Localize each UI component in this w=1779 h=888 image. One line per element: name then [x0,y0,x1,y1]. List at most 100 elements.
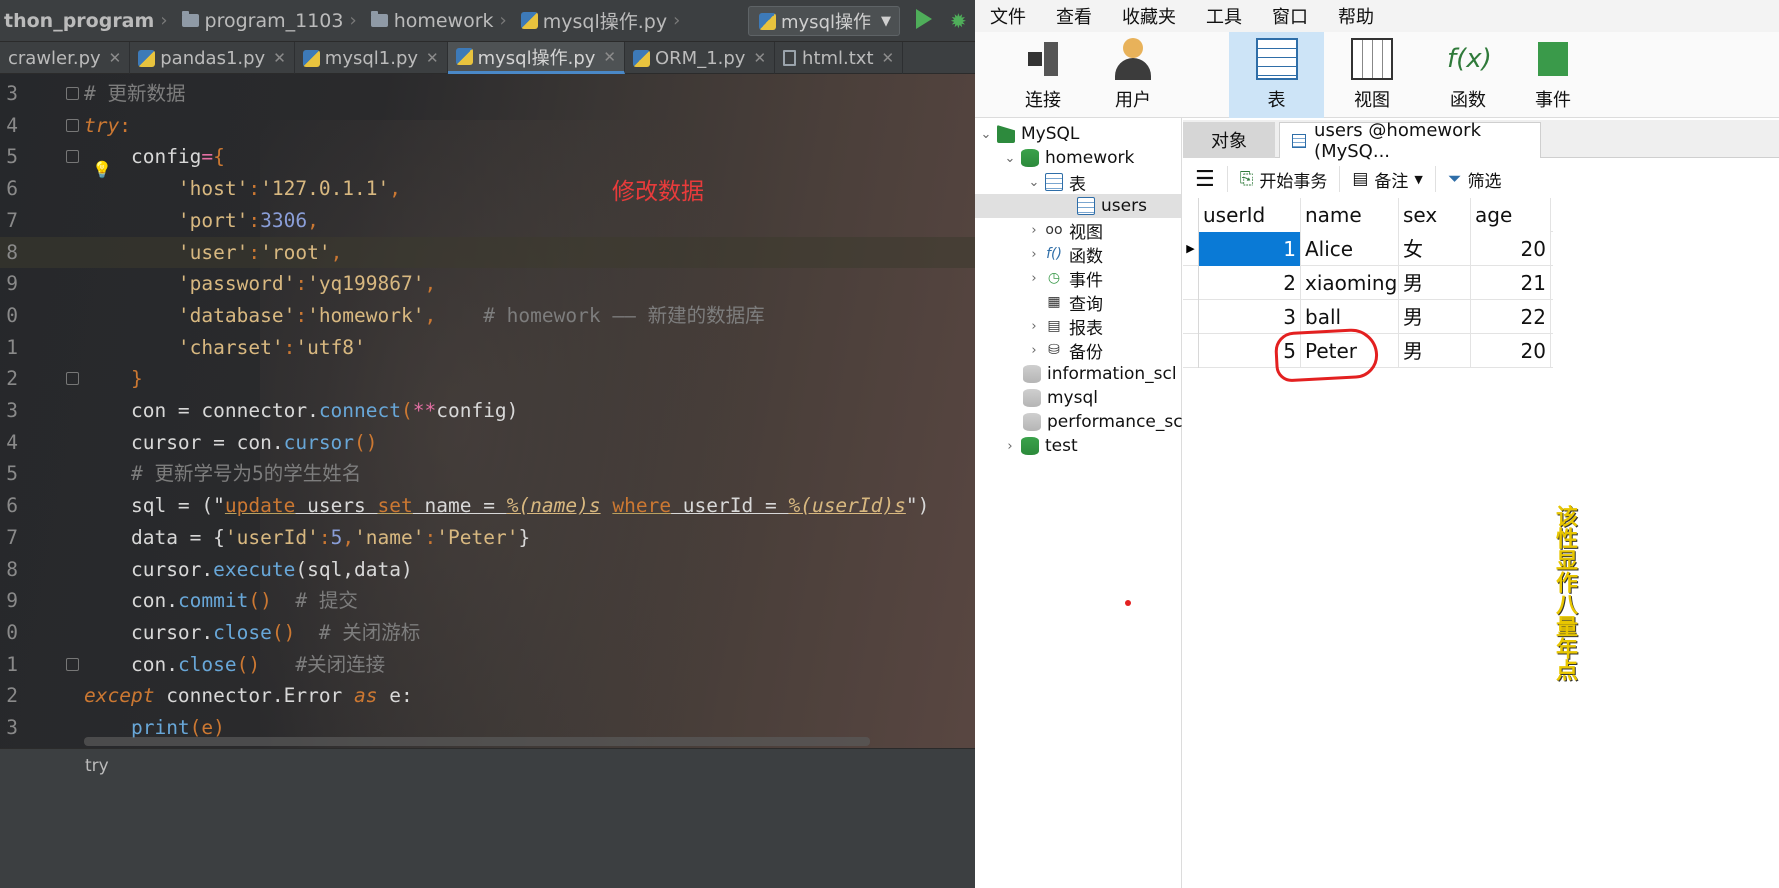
grid-cell[interactable]: 女 [1399,232,1471,266]
close-icon[interactable]: ✕ [882,49,895,67]
grid-cell[interactable]: 21 [1471,266,1551,300]
table-icon [1077,197,1095,215]
chevron-right-icon[interactable]: › [1025,247,1043,262]
chevron-right-icon[interactable]: › [1001,439,1019,454]
tab-pandas1[interactable]: pandas1.py ✕ [130,42,295,74]
grid-cell[interactable]: 22 [1471,300,1551,334]
connect-button[interactable]: 连接 [997,32,1089,118]
report-icon: ▤ [1047,318,1061,334]
tree-node-mysql[interactable]: ⌄ MySQL [977,122,1080,146]
breadcrumb-file[interactable]: mysql操作.py › [517,7,691,34]
user-button[interactable]: 用户 [1095,32,1171,118]
breadcrumb-program-folder[interactable]: program_1103 › [178,10,367,32]
close-icon[interactable]: ✕ [753,49,766,67]
run-configuration-select[interactable]: mysql操作 ▼ [748,6,900,36]
tree-node-tables[interactable]: ⌄ 表 [1025,170,1086,195]
menu-help[interactable]: 帮助 [1323,3,1389,29]
close-icon[interactable]: ✕ [603,48,616,66]
menu-view[interactable]: 查看 [1041,3,1107,29]
note-icon: ▤ [1352,169,1369,189]
filter-button[interactable]: ⏷ 筛选 [1436,166,1514,192]
chevron-down-icon[interactable]: ⌄ [977,127,995,142]
grid-cell[interactable]: 3 [1199,300,1301,334]
menu-icon[interactable]: ☰ [1183,166,1228,192]
table-toolbar: ☰ ⎘ 开始事务 ▤ 备注 ▼ ⏷ 筛选 [1183,160,1779,198]
column-header[interactable]: age [1471,198,1551,232]
tree-node-performance-schema[interactable]: performance_sc [1021,410,1183,434]
tree-node-mysql-db[interactable]: mysql [1021,386,1098,410]
menu-favorites[interactable]: 收藏夹 [1107,3,1191,29]
status-breadcrumb-text[interactable]: try [85,756,109,776]
close-icon[interactable]: ✕ [273,49,286,67]
tab-mysql1[interactable]: mysql1.py ✕ [295,42,448,74]
tree-node-information-schema[interactable]: information_scl [1021,362,1177,386]
tree-node-backups[interactable]: › ⛁ 备份 [1025,338,1103,363]
side-caption-strip: 该性显作八量年点 [1548,505,1579,755]
tab-crawler[interactable]: crawler.py ✕ [0,42,131,74]
table-row[interactable]: 2 xiaoming 男 21 [1183,266,1553,300]
fold-icon[interactable] [66,87,79,100]
menu-file[interactable]: 文件 [975,3,1041,29]
grid-cell[interactable]: Alice [1301,232,1399,266]
column-header[interactable]: name [1301,198,1399,232]
note-button[interactable]: ▤ 备注 ▼ [1340,166,1436,192]
tree-node-reports[interactable]: › ▤ 报表 [1025,314,1103,339]
begin-transaction-button[interactable]: ⎘ 开始事务 [1228,166,1341,192]
breadcrumb-project[interactable]: thon_program › [0,10,178,32]
breadcrumb-homework-folder[interactable]: homework › [367,10,517,32]
run-icon[interactable] [916,9,932,29]
tree-node-users[interactable]: users [975,194,1181,218]
chevron-right-icon[interactable]: › [1025,319,1043,334]
grid-cell[interactable]: 1 [1199,232,1301,266]
column-header[interactable]: userId [1199,198,1301,232]
chevron-down-icon: ▼ [1414,172,1423,186]
tab-users-table[interactable]: users @homework (MySQ... [1279,120,1541,162]
chevron-right-icon[interactable]: › [1025,271,1043,286]
grid-cell[interactable]: 2 [1199,266,1301,300]
code-editor[interactable]: 3 # 更新数据 4 try: 5 config={ 6 'host':'127.0… [0,78,975,746]
grid-cell[interactable]: 男 [1399,300,1471,334]
column-header[interactable]: sex [1399,198,1471,232]
close-icon[interactable]: ✕ [109,49,122,67]
tab-orm[interactable]: ORM_1.py ✕ [625,42,776,74]
debug-icon[interactable]: ✹ [950,9,967,33]
horizontal-scrollbar[interactable] [84,737,870,746]
view-button[interactable]: 视图 [1327,32,1417,118]
close-icon[interactable]: ✕ [426,49,439,67]
menu-window[interactable]: 窗口 [1257,3,1323,29]
table-button[interactable]: 表 [1229,32,1324,118]
chevron-down-icon[interactable]: ⌄ [1001,151,1019,166]
menu-tools[interactable]: 工具 [1191,3,1257,29]
event-button[interactable]: 事件 [1523,32,1583,118]
fold-icon[interactable] [66,118,79,132]
table-row[interactable]: ▶ 1 Alice 女 20 [1183,232,1553,266]
query-icon: ▦ [1047,294,1061,310]
fold-icon[interactable] [66,657,79,671]
chevron-down-icon[interactable]: ⌄ [1025,175,1043,190]
chevron-right-icon[interactable]: › [1025,223,1043,238]
tree-node-functions[interactable]: › f() 函数 [1025,242,1103,267]
code-line-current: 8 'user':'root', [0,236,975,269]
chevron-down-icon: ▼ [881,13,891,29]
tab-html-txt[interactable]: html.txt ✕ [775,42,904,74]
tab-mysql-ops[interactable]: mysql操作.py ✕ [447,42,625,74]
chevron-right-icon[interactable]: › [1025,343,1043,358]
python-file-icon [302,49,320,67]
grid-cell[interactable]: 男 [1399,266,1471,300]
grid-cell[interactable]: 20 [1471,232,1551,266]
function-button[interactable]: f(x) 函数 [1423,32,1513,118]
fold-icon[interactable] [66,150,79,164]
tree-node-views[interactable]: › oo 视图 [1025,218,1103,243]
grid-cell[interactable]: xiaoming [1301,266,1399,300]
table-row[interactable]: 3 ball 男 22 [1183,300,1553,334]
lightbulb-icon[interactable]: 💡 [92,160,112,179]
tree-node-events[interactable]: › ◷ 事件 [1025,266,1103,291]
tree-node-homework[interactable]: ⌄ homework [1001,146,1135,170]
tree-node-test[interactable]: › test [1001,434,1077,458]
python-file-icon [632,49,650,67]
tree-node-queries[interactable]: ▦ 查询 [1043,290,1103,315]
tab-objects[interactable]: 对象 [1183,122,1275,158]
grid-cell[interactable]: 男 [1399,334,1471,368]
fold-icon[interactable] [66,372,79,386]
grid-cell[interactable]: 20 [1471,334,1551,368]
